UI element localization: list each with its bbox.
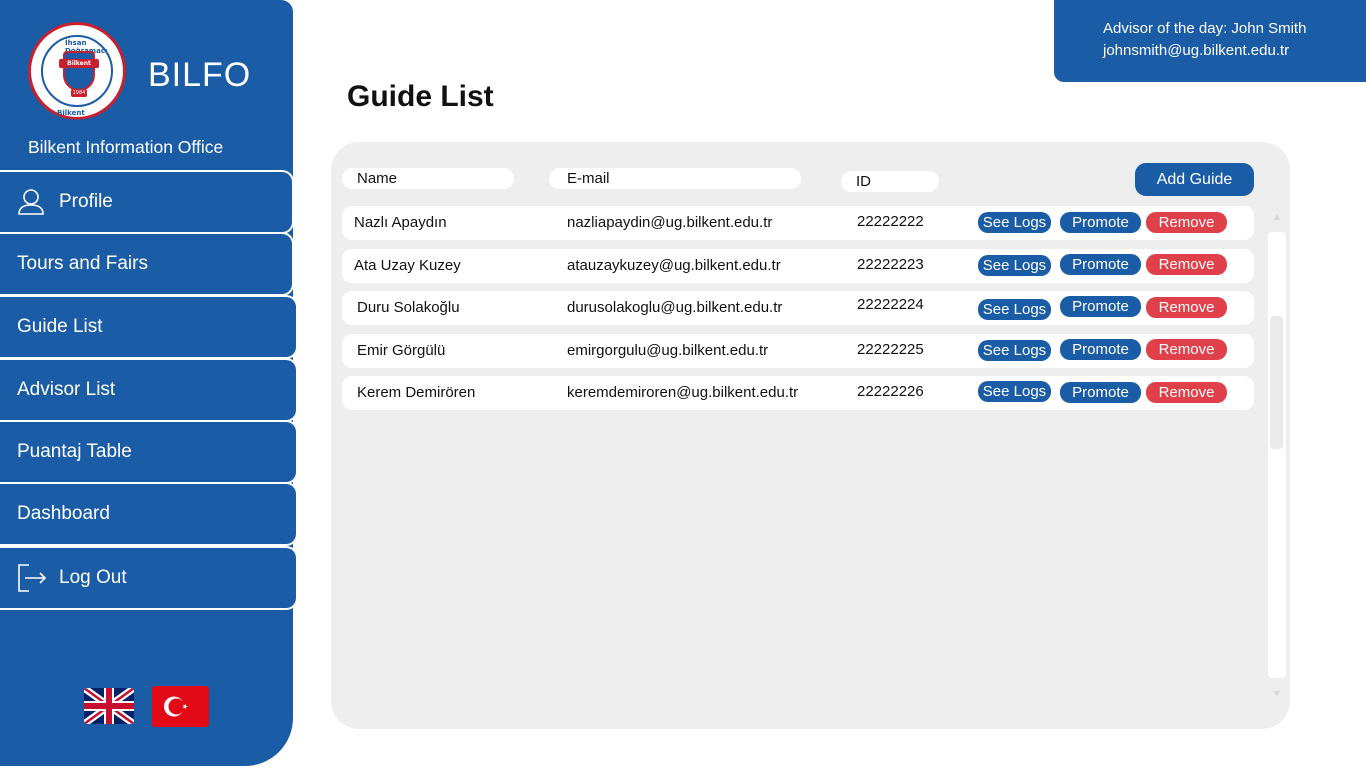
guide-id: 22222223: [857, 256, 924, 273]
guide-email: atauzaykuzey@ug.bilkent.edu.tr: [567, 257, 781, 274]
guide-id: 22222222: [857, 213, 924, 230]
table-row: Duru Solakoğlu durusolakoglu@ug.bilkent.…: [342, 291, 1254, 325]
remove-button[interactable]: Remove: [1146, 382, 1227, 403]
scrollbar-thumb[interactable]: [1270, 316, 1283, 449]
sidebar-item-advisor-list[interactable]: Advisor List: [0, 360, 296, 420]
sidebar-item-log-out[interactable]: Log Out: [0, 548, 296, 608]
advisor-name: Advisor of the day: John Smith: [1103, 20, 1307, 37]
guide-email: emirgorgulu@ug.bilkent.edu.tr: [567, 342, 769, 359]
column-header-name: Name: [342, 168, 514, 189]
guide-email: keremdemiroren@ug.bilkent.edu.tr: [567, 384, 799, 401]
table-row: Kerem Demirören keremdemiroren@ug.bilken…: [342, 376, 1254, 410]
guide-name: Ata Uzay Kuzey: [354, 257, 461, 274]
guide-id: 22222226: [857, 383, 924, 400]
see-logs-button[interactable]: See Logs: [978, 212, 1051, 233]
see-logs-button[interactable]: See Logs: [978, 255, 1051, 276]
column-header-id: ID: [841, 171, 939, 192]
sidebar: İhsan Doğramacı Bilkent 1984 Bilkent Üni…: [0, 0, 296, 768]
page-title: Guide List: [347, 80, 494, 113]
uk-flag-icon[interactable]: [84, 688, 134, 724]
app-subtitle: Bilkent Information Office: [28, 137, 224, 157]
sidebar-item-label: Puantaj Table: [17, 441, 132, 462]
table-row: Ata Uzay Kuzey atauzaykuzey@ug.bilkent.e…: [342, 249, 1254, 283]
remove-button[interactable]: Remove: [1146, 339, 1227, 360]
see-logs-button[interactable]: See Logs: [978, 381, 1051, 402]
advisor-email: johnsmith@ug.bilkent.edu.tr: [1103, 42, 1290, 59]
see-logs-button[interactable]: See Logs: [978, 340, 1051, 361]
remove-button[interactable]: Remove: [1146, 297, 1227, 318]
sidebar-item-label: Profile: [59, 191, 113, 212]
app-name: BILFO: [148, 56, 252, 94]
sidebar-item-label: Tours and Fairs: [17, 253, 148, 274]
promote-button[interactable]: Promote: [1060, 382, 1141, 403]
scrollbar-rail: [1268, 232, 1286, 678]
guide-name: Nazlı Apaydın: [354, 214, 447, 231]
promote-button[interactable]: Promote: [1060, 339, 1141, 360]
scroll-down-arrow-icon[interactable]: ▼: [1272, 689, 1282, 698]
sidebar-item-label: Log Out: [59, 567, 127, 588]
advisor-of-the-day: Advisor of the day: John Smith johnsmith…: [1054, 0, 1366, 82]
turkey-flag-icon[interactable]: [152, 686, 209, 727]
see-logs-button[interactable]: See Logs: [978, 299, 1051, 320]
user-icon: [17, 187, 47, 217]
sidebar-item-dashboard[interactable]: Dashboard: [0, 484, 296, 544]
column-header-email: E-mail: [549, 168, 801, 189]
logout-icon: [17, 563, 47, 593]
guide-id: 22222225: [857, 341, 924, 358]
sidebar-item-guide-list[interactable]: Guide List: [0, 297, 296, 357]
promote-button[interactable]: Promote: [1060, 254, 1141, 275]
table-row: Emir Görgülü emirgorgulu@ug.bilkent.edu.…: [342, 334, 1254, 368]
guide-email: durusolakoglu@ug.bilkent.edu.tr: [567, 299, 783, 316]
add-guide-button[interactable]: Add Guide: [1135, 163, 1254, 196]
promote-button[interactable]: Promote: [1060, 212, 1141, 233]
guide-id: 22222224: [857, 296, 924, 313]
bilkent-logo-icon: İhsan Doğramacı Bilkent 1984 Bilkent Üni…: [28, 22, 126, 125]
guide-email: nazliapaydin@ug.bilkent.edu.tr: [567, 214, 773, 231]
guide-name: Duru Solakoğlu: [357, 299, 460, 316]
sidebar-item-label: Advisor List: [17, 379, 116, 400]
remove-button[interactable]: Remove: [1146, 254, 1227, 275]
sidebar-item-tours-and-fairs[interactable]: Tours and Fairs: [0, 234, 292, 294]
sidebar-item-label: Guide List: [17, 316, 103, 337]
promote-button[interactable]: Promote: [1060, 296, 1141, 317]
remove-button[interactable]: Remove: [1146, 212, 1227, 233]
table-row: Nazlı Apaydın nazliapaydin@ug.bilkent.ed…: [342, 206, 1254, 240]
brand-header: İhsan Doğramacı Bilkent 1984 Bilkent Üni…: [0, 4, 292, 169]
sidebar-item-puantaj-table[interactable]: Puantaj Table: [0, 422, 296, 482]
sidebar-item-label: Dashboard: [17, 503, 110, 524]
guide-name: Kerem Demirören: [357, 384, 476, 401]
sidebar-item-profile[interactable]: Profile: [0, 172, 292, 232]
guide-name: Emir Görgülü: [357, 342, 446, 359]
scroll-up-arrow-icon[interactable]: ▲: [1272, 212, 1282, 221]
